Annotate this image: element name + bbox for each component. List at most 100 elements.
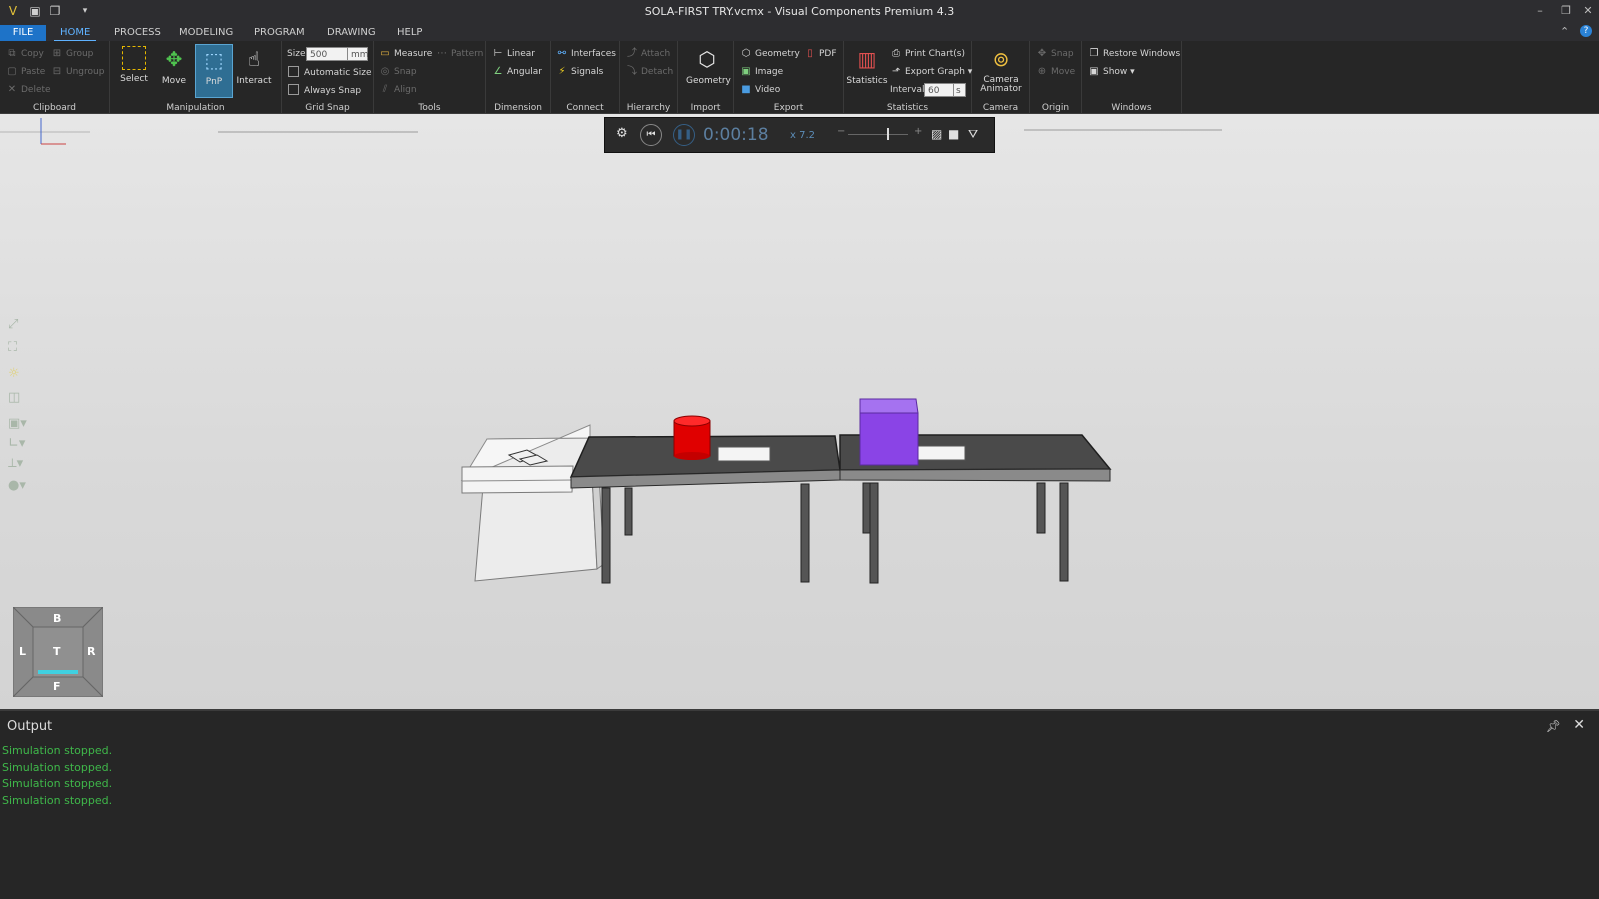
tab-modeling[interactable]: MODELING <box>173 25 239 41</box>
part-tray-2[interactable] <box>915 445 966 461</box>
tab-help[interactable]: HELP <box>391 25 428 41</box>
snapshot-icon[interactable]: ▨ <box>931 127 942 141</box>
axes-icon[interactable]: ∟▾ <box>8 436 25 451</box>
tab-home[interactable]: HOME <box>54 25 97 41</box>
measure-button[interactable]: ▭ Measure <box>379 46 432 62</box>
navcube-top[interactable]: T <box>53 645 61 658</box>
origin-move-button[interactable]: ⊕ Move <box>1036 64 1075 80</box>
light-icon[interactable]: ☼ <box>8 366 20 381</box>
tab-drawing[interactable]: DRAWING <box>321 25 382 41</box>
export-graph-button[interactable]: ⬏ Export Graph ▾ <box>890 64 973 80</box>
play-pause-icon[interactable]: ❚❚ <box>673 124 695 146</box>
collapse-ribbon-icon[interactable]: ⌃ <box>1560 25 1569 38</box>
reset-icon[interactable]: ⏮ <box>640 124 662 146</box>
pattern-icon: ⋯ <box>437 48 447 59</box>
grid-snap-group: Size 500 mm Automatic Size Always Snap G… <box>282 41 374 114</box>
restore-button[interactable]: ❐ <box>1556 3 1576 19</box>
export-image-button[interactable]: ▣ Image <box>740 64 783 80</box>
purple-cube-part[interactable] <box>859 398 919 466</box>
move-button[interactable]: ✥ Move <box>155 44 193 98</box>
camera-animator-button[interactable]: ⊚ Camera Animator <box>978 44 1024 104</box>
restore-windows-button[interactable]: ❐ Restore Windows <box>1088 46 1181 62</box>
navcube-back[interactable]: B <box>53 612 61 625</box>
pnp-button[interactable]: ⬚ PnP <box>195 44 233 98</box>
pnp-icon: ⬚ <box>204 48 224 72</box>
align-button[interactable]: ⫽ Align <box>379 82 417 98</box>
statistics-button[interactable]: ▥ Statistics <box>846 44 888 98</box>
3d-viewport[interactable]: ⤢ ⛶ ☼ ◫ ▣▾ ∟▾ ⟂▾ ●▾ <box>0 114 1599 709</box>
export-geometry-button[interactable]: ⬡ Geometry <box>740 46 800 62</box>
size-label: Size <box>287 49 306 59</box>
paste-button[interactable]: ▢ Paste <box>6 64 45 80</box>
ribbon: ⧉ Copy ▢ Paste ✕ Delete ⊞ Group ⊟ Ungroup Cli… <box>0 41 1599 114</box>
log-line: Simulation stopped. <box>2 777 113 790</box>
pattern-button[interactable]: ⋯ Pattern <box>436 46 483 62</box>
navcube-left[interactable]: L <box>19 645 26 658</box>
always-snap-checkbox[interactable]: Always Snap <box>288 83 361 99</box>
grid-size-input[interactable]: 500 <box>306 47 348 61</box>
print-charts-button[interactable]: ⎙ Print Chart(s) <box>890 46 965 62</box>
close-output-icon[interactable]: ✕ <box>1573 717 1585 733</box>
red-cylinder-part[interactable] <box>673 415 711 460</box>
pin-icon[interactable]: 📌︎ <box>1546 719 1561 733</box>
tab-program[interactable]: PROGRAM <box>248 25 311 41</box>
statistics-group-label: Statistics <box>886 103 929 113</box>
measure-view-icon[interactable]: ⟂▾ <box>8 456 23 471</box>
interact-button[interactable]: ☝ Interact <box>235 44 273 98</box>
detach-button[interactable]: ⤵ Detach <box>626 64 673 80</box>
attach-icon: ⤴ <box>627 48 637 59</box>
interfaces-button[interactable]: ⚯ Interfaces <box>556 46 616 62</box>
tools-group: ▭ Measure ⋯ Pattern ◎ Snap ⫽ Align Tools <box>374 41 486 114</box>
interval-input[interactable]: 60 <box>924 83 954 97</box>
slower-icon[interactable]: − <box>837 126 845 137</box>
show-button[interactable]: ▣ Show ▾ <box>1088 64 1134 80</box>
navcube-front[interactable]: F <box>53 680 61 693</box>
close-window-button[interactable]: ✕ <box>1578 3 1598 19</box>
angular-button[interactable]: ∠ Angular <box>492 64 542 80</box>
virtual-reality-icon[interactable]: ⛛ <box>968 127 978 142</box>
speed-slider-thumb[interactable] <box>887 128 889 140</box>
import-geometry-button[interactable]: ⬡ Geometry <box>686 44 731 98</box>
minimize-button[interactable]: – <box>1530 3 1550 19</box>
origin-snap-button[interactable]: ✥ Snap <box>1036 46 1074 62</box>
bar-chart-icon: ▥ <box>857 47 877 71</box>
ungroup-button[interactable]: ⊟ Ungroup <box>51 64 105 80</box>
tab-process[interactable]: PROCESS <box>108 25 167 41</box>
select-button[interactable]: Select <box>115 44 153 98</box>
group-button[interactable]: ⊞ Group <box>51 46 94 62</box>
help-icon[interactable]: ? <box>1580 25 1592 37</box>
view-cube-icon[interactable]: ◫ <box>8 390 20 405</box>
automatic-size-checkbox[interactable]: Automatic Size <box>288 65 372 81</box>
tab-file[interactable]: FILE <box>0 25 46 41</box>
part-tray-1[interactable] <box>717 446 771 462</box>
copy-button[interactable]: ⧉ Copy <box>6 46 43 62</box>
delete-button[interactable]: ✕ Delete <box>6 82 51 98</box>
title-bar: V ▣ ❐ ▾ SOLA-FIRST TRY.vcmx - Visual Com… <box>0 0 1599 24</box>
import-group-label: Import <box>690 103 721 113</box>
speed-slider-track[interactable] <box>848 134 908 135</box>
navigation-cube[interactable]: B L T R F <box>11 605 105 699</box>
fit-all-icon[interactable]: ⤢ <box>8 317 18 332</box>
image-icon: ▣ <box>741 66 751 77</box>
snap-tool-button[interactable]: ◎ Snap <box>379 64 417 80</box>
conveyor-1[interactable] <box>569 435 872 584</box>
export-video-button[interactable]: ■ Video <box>740 82 780 98</box>
signals-button[interactable]: ⚡ Signals <box>556 64 603 80</box>
interval-label: Interval <box>890 85 925 95</box>
render-mode-icon[interactable]: ▣▾ <box>8 416 27 431</box>
output-panel: Output 📌︎ ✕ Simulation stopped. Simulati… <box>0 709 1599 899</box>
manipulation-group-label: Manipulation <box>166 103 225 113</box>
record-video-icon[interactable]: ■ <box>948 127 959 141</box>
export-pdf-button[interactable]: ▯ PDF <box>804 46 836 62</box>
attach-button[interactable]: ⤴ Attach <box>626 46 670 62</box>
linear-button[interactable]: ⊢ Linear <box>492 46 535 62</box>
feeder-box[interactable] <box>460 424 605 582</box>
printer-icon: ⎙ <box>892 48 900 59</box>
signals-icon: ⚡ <box>558 66 566 77</box>
fit-selection-icon[interactable]: ⛶ <box>8 340 17 355</box>
sphere-icon[interactable]: ●▾ <box>8 478 26 493</box>
navcube-right[interactable]: R <box>87 645 95 658</box>
scene-canvas[interactable] <box>0 114 1599 709</box>
faster-icon[interactable]: + <box>914 126 922 137</box>
settings-gear-icon[interactable]: ⚙ <box>616 126 628 141</box>
